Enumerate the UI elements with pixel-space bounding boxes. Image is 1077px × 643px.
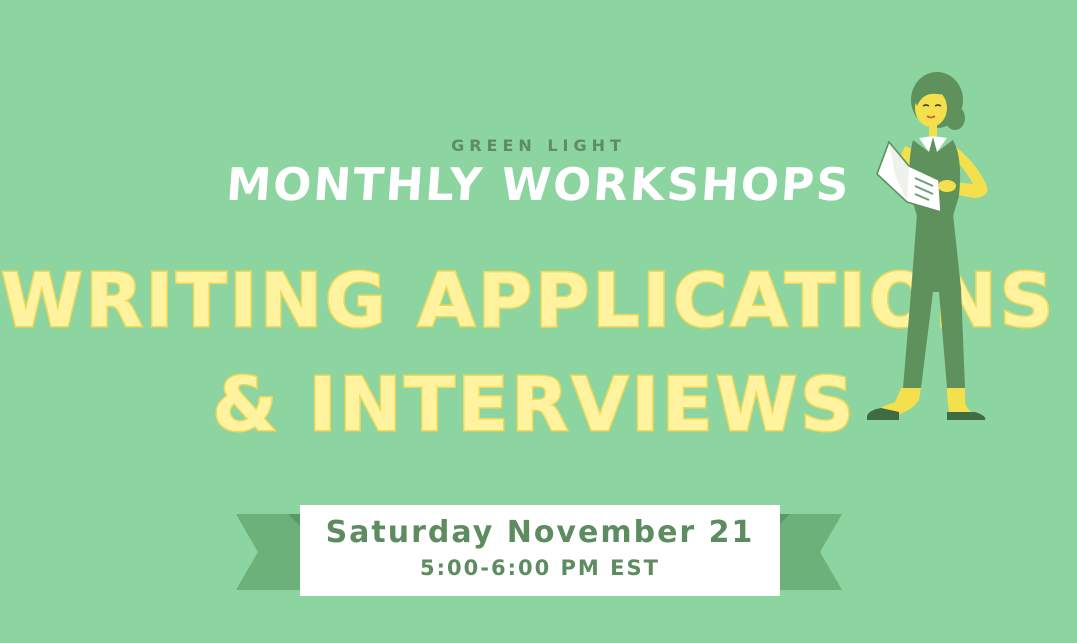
workshop-flyer: GREEN LIGHT MONTHLY WORKSHOPS WRITING AP… — [0, 0, 1077, 643]
woman-figure-icon — [867, 72, 988, 420]
event-time: 5:00-6:00 PM EST — [420, 556, 660, 580]
woman-reading-document-illustration — [855, 66, 1015, 426]
event-date: Saturday November 21 — [325, 515, 755, 550]
date-card: Saturday November 21 5:00-6:00 PM EST — [300, 505, 780, 596]
